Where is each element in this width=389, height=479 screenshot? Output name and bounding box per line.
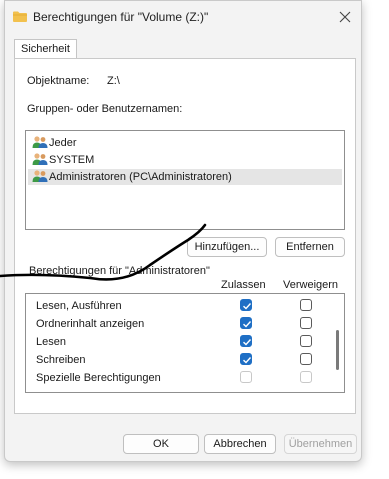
list-item[interactable]: Administratoren (PC\Administratoren) bbox=[28, 169, 342, 185]
permission-name: Spezielle Berechtigungen bbox=[36, 372, 161, 384]
allow-checkbox[interactable] bbox=[240, 335, 252, 347]
deny-checkbox[interactable] bbox=[300, 317, 312, 329]
users-icon bbox=[32, 169, 48, 183]
groups-listbox[interactable]: Jeder SYSTEM Administratoren (PC\Adminis… bbox=[25, 130, 345, 230]
security-panel: Objektname: Z:\ Gruppen- oder Benutzerna… bbox=[14, 58, 356, 414]
list-item[interactable]: SYSTEM bbox=[28, 152, 342, 168]
check-icon bbox=[243, 339, 252, 346]
permissions-list: Lesen, Ausführen Ordnerinhalt anzeigen L… bbox=[25, 293, 345, 393]
check-icon bbox=[243, 303, 252, 310]
permission-name: Schreiben bbox=[36, 354, 86, 366]
deny-checkbox bbox=[300, 371, 312, 383]
groups-label: Gruppen- oder Benutzernamen: bbox=[27, 103, 183, 115]
list-item-label: SYSTEM bbox=[49, 154, 95, 166]
deny-checkbox[interactable] bbox=[300, 353, 312, 365]
cancel-button[interactable]: Abbrechen bbox=[204, 434, 276, 454]
deny-checkbox[interactable] bbox=[300, 335, 312, 347]
object-name-value: Z:\ bbox=[107, 75, 120, 87]
permission-row: Ordnerinhalt anzeigen bbox=[26, 316, 326, 333]
tab-strip: Sicherheit bbox=[11, 39, 355, 59]
list-item-label: Administratoren (PC\Administratoren) bbox=[49, 171, 232, 183]
permissions-dialog: Berechtigungen für "Volume (Z:)" Sicherh… bbox=[4, 0, 362, 462]
window-title: Berechtigungen für "Volume (Z:)" bbox=[33, 10, 209, 24]
list-item-label: Jeder bbox=[49, 137, 77, 149]
apply-button: Übernehmen bbox=[284, 434, 357, 454]
permission-name: Ordnerinhalt anzeigen bbox=[36, 318, 145, 330]
deny-checkbox[interactable] bbox=[300, 299, 312, 311]
add-button[interactable]: Hinzufügen... bbox=[187, 237, 267, 257]
permissions-label: Berechtigungen für "Administratoren" bbox=[29, 265, 210, 277]
permission-row: Lesen bbox=[26, 334, 326, 351]
close-icon[interactable] bbox=[335, 7, 355, 27]
permission-row: Spezielle Berechtigungen bbox=[26, 370, 326, 387]
permission-row: Lesen, Ausführen bbox=[26, 298, 326, 315]
users-icon bbox=[32, 135, 48, 149]
check-icon bbox=[243, 321, 252, 328]
allow-checkbox bbox=[240, 371, 252, 383]
remove-button[interactable]: Entfernen bbox=[275, 237, 345, 257]
folder-icon bbox=[13, 11, 27, 22]
tab-sicherheit[interactable]: Sicherheit bbox=[14, 39, 77, 59]
ok-button[interactable]: OK bbox=[123, 434, 199, 454]
permissions-scrollbar[interactable] bbox=[336, 300, 340, 388]
title-bar: Berechtigungen für "Volume (Z:)" bbox=[5, 1, 361, 33]
allow-column-header: Zulassen bbox=[221, 279, 266, 291]
list-item[interactable]: Jeder bbox=[28, 135, 342, 151]
permission-name: Lesen bbox=[36, 336, 66, 348]
check-icon bbox=[243, 357, 252, 364]
allow-checkbox[interactable] bbox=[240, 353, 252, 365]
allow-checkbox[interactable] bbox=[240, 299, 252, 311]
permission-name: Lesen, Ausführen bbox=[36, 300, 122, 312]
users-icon bbox=[32, 152, 48, 166]
permission-row: Schreiben bbox=[26, 352, 326, 369]
close-button[interactable] bbox=[335, 7, 355, 27]
scrollbar-thumb[interactable] bbox=[336, 330, 339, 370]
object-name-label: Objektname: bbox=[27, 75, 90, 87]
deny-column-header: Verweigern bbox=[283, 279, 339, 291]
allow-checkbox[interactable] bbox=[240, 317, 252, 329]
